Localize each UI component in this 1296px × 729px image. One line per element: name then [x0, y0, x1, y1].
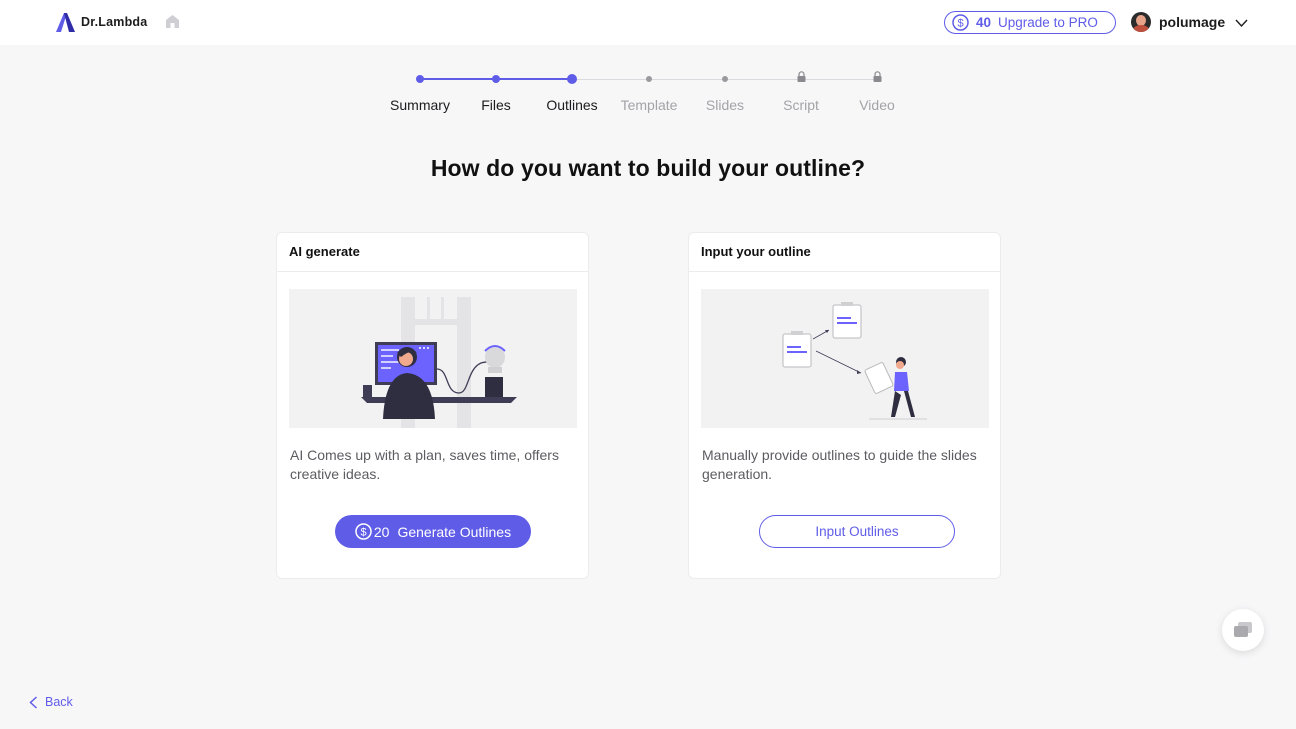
coin-icon: $ — [355, 523, 372, 540]
card-description: Manually provide outlines to guide the s… — [702, 447, 977, 482]
username: polumage — [1159, 14, 1226, 30]
credit-balance: 40 — [976, 15, 992, 30]
input-outline-card[interactable]: Input your outline Manually provide outl… — [688, 232, 1001, 579]
chat-button[interactable] — [1222, 609, 1264, 651]
brand-logo[interactable]: Dr.Lambda — [55, 12, 147, 32]
step-dot-outlines — [567, 74, 577, 84]
ai-generate-illustration — [289, 289, 577, 428]
svg-text:$: $ — [360, 527, 366, 539]
card-description: AI Comes up with a plan, saves time, off… — [290, 447, 559, 482]
input-outline-illustration — [701, 289, 989, 428]
progress-stepper: Summary Files Outlines Template Slides S… — [380, 70, 920, 120]
step-slides: Slides — [705, 97, 745, 113]
avatar — [1131, 12, 1151, 32]
step-dot-summary — [416, 75, 424, 83]
step-dot-slides — [722, 76, 728, 82]
step-summary[interactable]: Summary — [390, 97, 450, 113]
upgrade-pro-button[interactable]: $ 40 Upgrade to PRO — [944, 11, 1116, 34]
lambda-logo-icon — [56, 13, 75, 32]
step-video: Video — [859, 97, 895, 113]
step-files[interactable]: Files — [481, 97, 511, 113]
lock-icon — [797, 71, 805, 82]
stepper-track-done — [420, 78, 496, 80]
chat-icon — [1234, 622, 1252, 637]
home-icon[interactable] — [165, 14, 180, 29]
chevron-down-icon — [1235, 19, 1248, 27]
back-link[interactable]: Back — [29, 695, 73, 709]
step-dot-files — [492, 75, 500, 83]
stepper-track-done — [496, 78, 572, 80]
input-outlines-button[interactable]: Input Outlines — [759, 515, 955, 548]
coin-icon: $ — [952, 14, 969, 31]
step-outlines[interactable]: Outlines — [546, 97, 597, 113]
chevron-left-icon — [29, 695, 38, 709]
generate-outlines-button[interactable]: $ 20 Generate Outlines — [335, 515, 531, 548]
card-title: Input your outline — [689, 233, 1000, 272]
top-navbar: Dr.Lambda $ 40 Upgrade to PRO polumage — [0, 0, 1296, 45]
step-script: Script — [783, 97, 819, 113]
back-label: Back — [45, 695, 73, 709]
clipboards-illustration — [782, 302, 927, 420]
step-dot-template — [646, 76, 652, 82]
user-menu[interactable]: polumage — [1131, 12, 1248, 32]
person-at-computer-illustration — [361, 297, 517, 428]
svg-text:$: $ — [957, 18, 963, 30]
page-title: How do you want to build your outline? — [430, 155, 866, 181]
card-title: AI generate — [277, 233, 588, 272]
ai-generate-card[interactable]: AI generate AI Comes up with a plan, sav… — [276, 232, 589, 579]
generate-outlines-label: Generate Outlines — [397, 523, 512, 540]
upgrade-label: Upgrade to PRO — [998, 15, 1098, 30]
step-template: Template — [620, 97, 678, 113]
lock-icon — [873, 71, 881, 82]
credit-cost: 20 — [373, 523, 390, 540]
brand-name: Dr.Lambda — [81, 15, 148, 29]
